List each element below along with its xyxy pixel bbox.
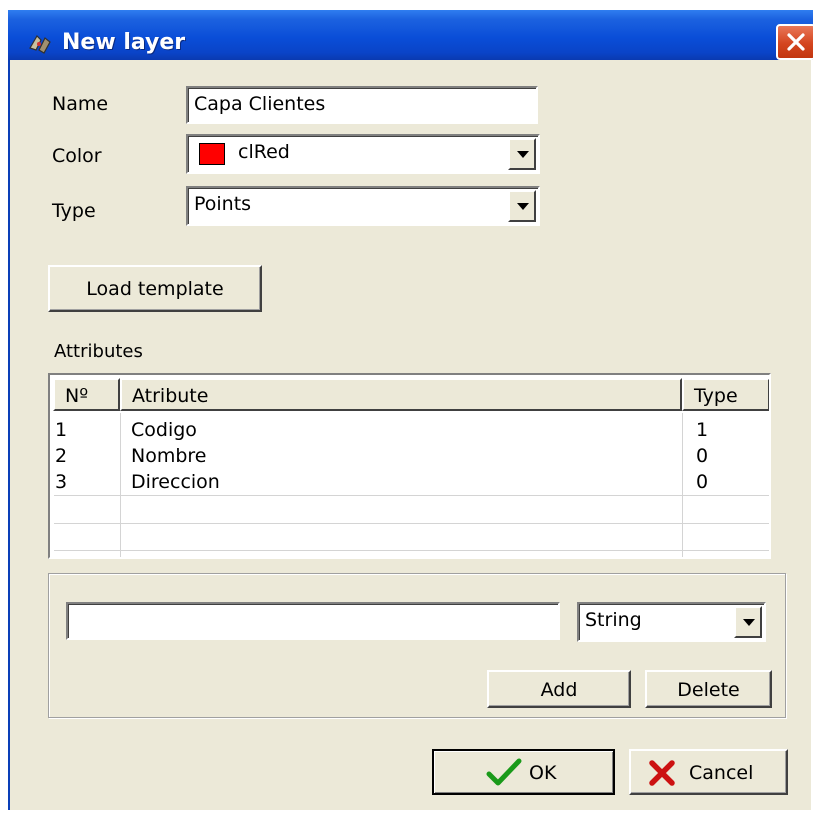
grid-divider <box>54 550 769 551</box>
row-attribute: Direccion <box>131 471 220 493</box>
chevron-down-icon <box>517 151 529 158</box>
column-header-type[interactable]: Type <box>682 378 769 411</box>
add-button-label: Add <box>540 679 578 701</box>
grid-divider <box>120 413 121 557</box>
check-icon <box>486 758 522 786</box>
cancel-button[interactable]: Cancel <box>629 749 788 795</box>
row-number: 3 <box>55 471 68 493</box>
app-icon <box>29 35 51 54</box>
cancel-x-icon <box>649 760 675 786</box>
color-select-value: clRed <box>238 141 290 163</box>
name-input-value: Capa Clientes <box>194 93 326 115</box>
chevron-down-icon <box>743 619 755 626</box>
type-select[interactable]: Points <box>186 186 540 226</box>
grid-divider <box>54 523 769 524</box>
attribute-name-input[interactable] <box>66 602 560 640</box>
type-dropdown-button[interactable] <box>508 190 536 222</box>
grid-divider <box>54 495 769 496</box>
row-number: 2 <box>55 445 68 467</box>
row-attribute: Nombre <box>131 445 207 467</box>
delete-button-label: Delete <box>677 679 740 701</box>
type-label: Type <box>52 200 96 222</box>
close-icon <box>787 33 805 51</box>
attribute-type-value: String <box>585 609 642 631</box>
color-label: Color <box>52 145 102 167</box>
row-number: 1 <box>55 419 68 441</box>
delete-button[interactable]: Delete <box>645 670 772 708</box>
column-header-number[interactable]: Nº <box>53 378 120 411</box>
add-button[interactable]: Add <box>487 670 631 708</box>
load-template-label: Load template <box>86 278 224 300</box>
grid-divider <box>682 413 683 557</box>
row-attribute: Codigo <box>131 419 197 441</box>
ok-button-label: OK <box>529 762 557 784</box>
window-title: New layer <box>62 30 186 55</box>
chevron-down-icon <box>517 203 529 210</box>
color-swatch <box>199 143 225 165</box>
ok-button[interactable]: OK <box>432 749 615 795</box>
row-type: 1 <box>696 419 709 441</box>
name-input[interactable]: Capa Clientes <box>186 86 538 124</box>
type-select-value: Points <box>194 193 252 215</box>
name-label: Name <box>52 93 109 115</box>
title-bar[interactable]: New layer <box>8 10 813 60</box>
row-type: 0 <box>696 445 709 467</box>
attribute-type-select[interactable]: String <box>577 602 766 642</box>
attributes-grid[interactable]: Nº Atribute Type 1 Codigo 1 2 Nombre 0 3… <box>48 373 771 559</box>
cancel-button-label: Cancel <box>689 762 754 784</box>
close-button[interactable] <box>776 24 813 60</box>
color-dropdown-button[interactable] <box>508 138 536 170</box>
attributes-label: Attributes <box>54 341 143 362</box>
load-template-button[interactable]: Load template <box>48 265 262 312</box>
attribute-type-dropdown-button[interactable] <box>734 606 762 638</box>
column-header-attribute[interactable]: Atribute <box>120 378 682 411</box>
row-type: 0 <box>696 471 709 493</box>
color-select[interactable]: clRed <box>186 134 540 174</box>
